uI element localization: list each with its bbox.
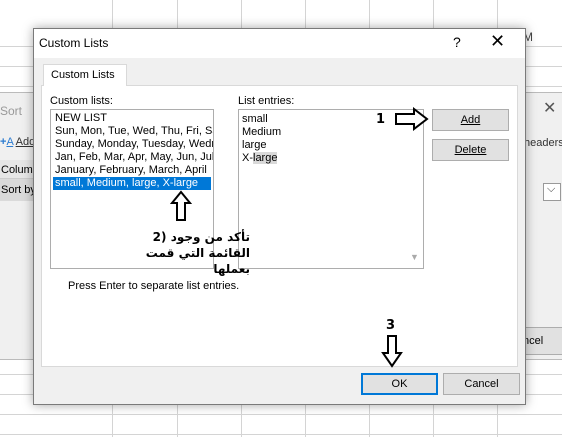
entry-line: Medium (242, 126, 282, 138)
add-level-prefix: A (6, 136, 14, 148)
list-item[interactable]: Sunday, Monday, Tuesday, Wednesday (53, 138, 213, 151)
add-level-button[interactable]: +A Add (0, 136, 35, 148)
list-entries-label: List entries: (238, 95, 295, 107)
entry-text: X- (242, 152, 253, 164)
ok-button-label: OK (391, 378, 408, 390)
sort-column-header: Column (0, 160, 39, 179)
tab-custom-lists-label: Custom Lists (51, 69, 115, 81)
sort-by-label: Sort by (1, 184, 36, 196)
list-item-selected[interactable]: small, Medium, large, X-large (53, 177, 211, 190)
chevron-down-icon: ⌵ (547, 183, 556, 195)
cancel-button-label: Cancel (464, 378, 499, 390)
help-icon[interactable]: ? (453, 34, 461, 50)
entry-line: small (242, 113, 268, 125)
custom-lists-dialog: Custom Lists ? ✕ Custom Lists Custom lis… (33, 28, 526, 405)
add-button-label: Add (460, 114, 481, 126)
arrow-up-icon (170, 190, 192, 221)
list-item[interactable]: January, February, March, April (53, 164, 207, 177)
entry-text-highlight: large (253, 152, 278, 164)
annotation-step-2-line2: القائمة التي قمت بعملها (145, 246, 250, 276)
sort-cancel-label: ncel (523, 335, 544, 347)
hint-text: Press Enter to separate list entries. (68, 280, 240, 292)
annotation-step-1: 1 (376, 112, 386, 127)
ok-button[interactable]: OK (361, 373, 438, 395)
annotation-step-3: 3 (386, 318, 396, 333)
arrow-right-icon (395, 107, 429, 131)
sort-by-row[interactable]: Sort by (0, 179, 36, 201)
annotation-step-2: تأكد من وجود (2 القائمة التي قمت بعملها (132, 229, 250, 277)
sort-close-icon[interactable]: ✕ (543, 98, 556, 118)
list-entries-textbox[interactable]: small Medium large X-large ▲ ▼ (238, 109, 424, 269)
sort-order-dropdown[interactable]: ⌵ (543, 183, 561, 201)
delete-button[interactable]: Delete (432, 139, 509, 161)
entry-line: large (242, 139, 267, 151)
cancel-button[interactable]: Cancel (443, 373, 520, 395)
entry-line: X-large (242, 152, 278, 165)
my-data-has-headers-label[interactable]: headers (524, 137, 562, 149)
entries-scrollbar[interactable]: ▲ ▼ (407, 110, 423, 268)
sort-dialog-title: Sort (0, 104, 23, 118)
custom-lists-label: Custom lists: (50, 95, 113, 107)
delete-button-label: Delete (454, 144, 487, 156)
annotation-step-2-line1: تأكد من وجود (2 (152, 230, 250, 244)
list-item[interactable]: Sun, Mon, Tue, Wed, Thu, Fri, Sat (53, 125, 213, 138)
close-icon[interactable]: ✕ (490, 31, 505, 52)
list-item[interactable]: NEW LIST (53, 112, 107, 125)
add-button[interactable]: Add (432, 109, 509, 131)
scroll-down-icon[interactable]: ▼ (410, 252, 419, 262)
arrow-down-icon (381, 335, 403, 368)
dialog-titlebar: Custom Lists ? ✕ (34, 29, 525, 58)
dialog-title: Custom Lists (39, 36, 109, 50)
list-item[interactable]: Jan, Feb, Mar, Apr, May, Jun, Jul (53, 151, 213, 164)
tab-custom-lists[interactable]: Custom Lists (43, 64, 127, 86)
